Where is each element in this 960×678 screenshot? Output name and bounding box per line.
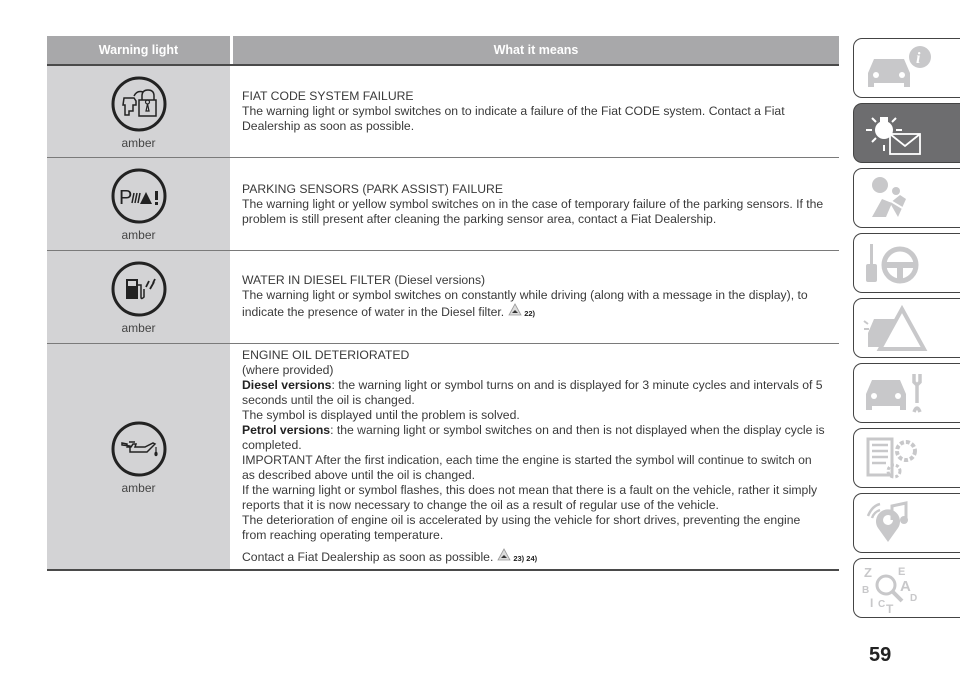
- tab-index[interactable]: Z E A B D I C T: [853, 558, 960, 618]
- description-cell: PARKING SENSORS (PARK ASSIST) FAILURE Th…: [230, 158, 839, 250]
- row-title: WATER IN DIESEL FILTER (Diesel versions): [242, 273, 486, 287]
- key-steering-wheel-icon: [866, 244, 919, 284]
- color-label: amber: [121, 480, 156, 495]
- page-number: 59: [869, 644, 892, 666]
- tab-in-an-emergency[interactable]: [853, 298, 960, 358]
- description-cell: ENGINE OIL DETERIORATED (where provided)…: [230, 344, 839, 569]
- airbag-seatbelt-icon: [872, 177, 906, 217]
- svg-text:Z: Z: [864, 565, 872, 580]
- svg-text:I: I: [870, 596, 873, 610]
- svg-text:B: B: [862, 585, 869, 596]
- icon-cell: P amber: [47, 158, 230, 250]
- car-wrench-icon: [866, 374, 922, 413]
- contact-text: Contact a Fiat Dealership as soon as pos…: [242, 549, 494, 564]
- header-warning-light: Warning light: [47, 36, 230, 64]
- index-search-icon: Z E A B D I C T: [862, 565, 917, 613]
- warning-reference[interactable]: 22): [508, 303, 535, 321]
- svg-text:P: P: [119, 187, 132, 209]
- diesel-versions-label: Diesel versions: [242, 377, 332, 392]
- header-what-it-means: What it means: [233, 36, 839, 64]
- table-row: amber ENGINE OIL DETERIORATED (where pro…: [47, 344, 839, 571]
- tab-multimedia[interactable]: [853, 493, 960, 553]
- tab-technical-data[interactable]: [853, 428, 960, 488]
- svg-text:E: E: [898, 566, 905, 578]
- icon-cell: amber: [47, 344, 230, 569]
- car-info-icon: i: [868, 46, 931, 87]
- row-subtitle: (where provided): [242, 362, 334, 377]
- car-warning-triangle-icon: [863, 304, 928, 351]
- table-row: amber FIAT CODE SYSTEM FAILURE The warni…: [47, 66, 839, 158]
- svg-text:i: i: [916, 50, 921, 67]
- warning-light-message-icon: [866, 117, 921, 155]
- row-text: The warning light or symbol switches on …: [242, 104, 785, 133]
- svg-text:D: D: [910, 593, 917, 604]
- row-title: ENGINE OIL DETERIORATED: [242, 347, 410, 362]
- warning-lights-table: Warning light What it means amber FIAT C…: [47, 36, 839, 571]
- table-row: amber WATER IN DIESEL FILTER (Diesel ver…: [47, 251, 839, 344]
- color-label: amber: [121, 135, 156, 150]
- symbol-text: The symbol is displayed until the proble…: [242, 407, 520, 422]
- warning-triangle-icon: [508, 303, 522, 316]
- park-assist-failure-icon: P: [111, 168, 166, 224]
- chapter-tabs: i Z E A B D I C T: [853, 38, 960, 623]
- tab-warning-lights-messages[interactable]: [853, 103, 960, 163]
- engine-oil-icon: [111, 421, 166, 476]
- tab-servicing-care[interactable]: [853, 363, 960, 423]
- tab-safety[interactable]: [853, 168, 960, 228]
- document-gears-icon: [866, 437, 917, 479]
- warning-reference[interactable]: 23) 24): [497, 547, 537, 566]
- warning-triangle-icon: [497, 547, 512, 560]
- table-header: Warning light What it means: [47, 36, 839, 66]
- important-text: IMPORTANT After the first indication, ea…: [242, 452, 812, 482]
- icon-cell: amber: [47, 66, 230, 157]
- fiat-code-lock-icon: [111, 76, 166, 131]
- petrol-text: : the warning light or symbol switches o…: [242, 422, 825, 452]
- description-cell: WATER IN DIESEL FILTER (Diesel versions)…: [230, 251, 839, 343]
- icon-cell: amber: [47, 251, 230, 343]
- multimedia-note-icon: [866, 501, 908, 542]
- petrol-versions-label: Petrol versions: [242, 422, 331, 437]
- water-in-diesel-filter-icon: [111, 261, 166, 317]
- color-label: amber: [121, 228, 156, 242]
- tab-knowing-your-car[interactable]: i: [853, 38, 960, 98]
- svg-text:C: C: [878, 599, 885, 610]
- deterioration-text: The deterioration of engine oil is accel…: [242, 512, 801, 542]
- tab-starting-driving[interactable]: [853, 233, 960, 293]
- description-cell: FIAT CODE SYSTEM FAILURE The warning lig…: [230, 66, 839, 157]
- row-title: FIAT CODE SYSTEM FAILURE: [242, 89, 414, 103]
- row-text: The warning light or yellow symbol switc…: [242, 196, 824, 226]
- row-title: PARKING SENSORS (PARK ASSIST) FAILURE: [242, 181, 503, 196]
- color-label: amber: [121, 321, 156, 335]
- flash-text: If the warning light or symbol flashes, …: [242, 482, 818, 512]
- svg-text:T: T: [886, 602, 894, 613]
- table-row: P amber PARKING SENSORS (PARK ASSIST) FA…: [47, 158, 839, 251]
